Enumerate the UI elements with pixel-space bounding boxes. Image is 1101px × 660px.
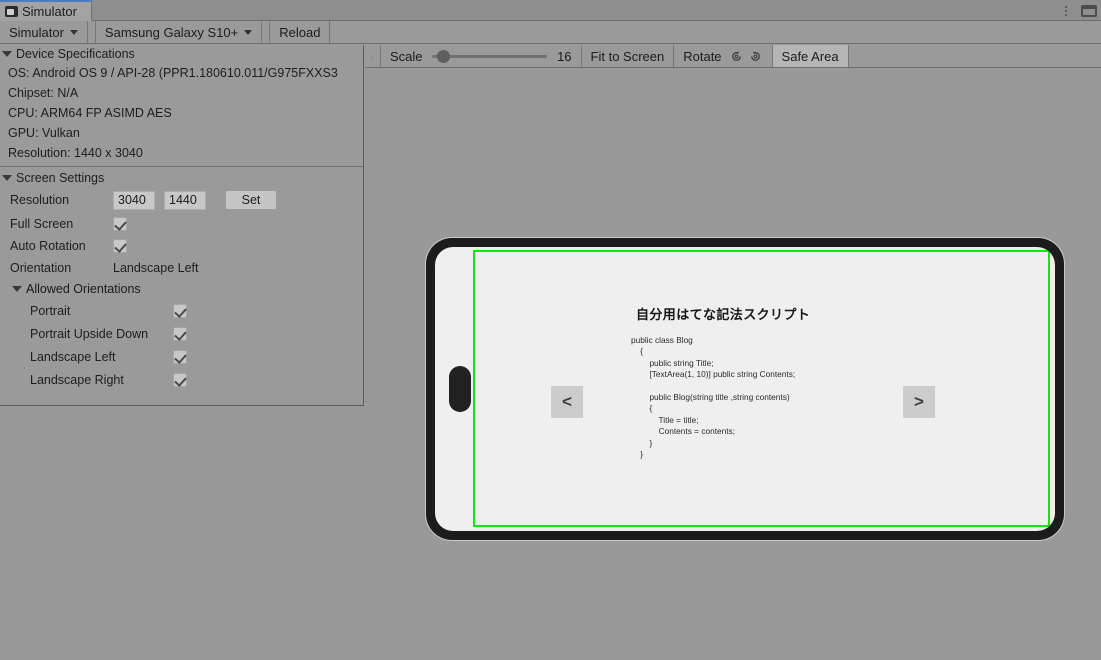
rotate-counterclockwise-icon[interactable] bbox=[729, 49, 744, 64]
resolution-width-input[interactable]: 3040 bbox=[113, 190, 155, 210]
app-content: 自分用はてな記法スクリプト public class Blog { public… bbox=[473, 247, 1055, 531]
simulator-toolbar: Simulator Samsung Galaxy S10+ Reload bbox=[0, 21, 1101, 44]
page-title: 自分用はてな記法スクリプト bbox=[636, 307, 811, 322]
auto-rotation-checkbox[interactable] bbox=[113, 239, 127, 253]
spec-gpu: GPU: Vulkan bbox=[8, 126, 80, 140]
spec-os: OS: Android OS 9 / API-28 (PPR1.180610.0… bbox=[8, 66, 338, 80]
triangle-down-icon bbox=[2, 51, 12, 57]
screen-settings-foldout[interactable]: Screen Settings bbox=[0, 169, 363, 187]
allowed-orientation-landscape-left-row: Landscape Left bbox=[0, 345, 363, 368]
triangle-down-icon bbox=[12, 286, 22, 292]
spec-chipset: Chipset: N/A bbox=[8, 86, 79, 100]
allowed-orientations-foldout[interactable]: Allowed Orientations bbox=[0, 279, 363, 299]
orientation-value: Landscape Left bbox=[113, 261, 199, 275]
allowed-orientation-portrait-checkbox[interactable] bbox=[173, 303, 187, 318]
kebab-menu-icon[interactable] bbox=[1061, 4, 1071, 18]
allowed-orientation-portrait-upside-down-row: Portrait Upside Down bbox=[0, 322, 363, 345]
safe-area-label: Safe Area bbox=[781, 48, 839, 64]
rotate-control: Rotate bbox=[674, 45, 773, 67]
orientation-row: Orientation Landscape Left bbox=[0, 257, 363, 279]
device-dropdown[interactable]: Samsung Galaxy S10+ bbox=[95, 21, 263, 43]
triangle-down-icon bbox=[2, 175, 12, 181]
allowed-orientation-portrait-row: Portrait bbox=[0, 299, 363, 322]
fit-to-screen-label: Fit to Screen bbox=[590, 48, 665, 64]
allowed-orientation-landscape-left-checkbox[interactable] bbox=[173, 349, 187, 364]
scale-slider-knob[interactable] bbox=[436, 49, 450, 63]
chevron-down-icon bbox=[244, 29, 253, 35]
reload-button-label: Reload bbox=[279, 24, 321, 40]
scale-label: Scale bbox=[390, 48, 423, 64]
camera-cutout-icon bbox=[449, 366, 471, 412]
resolution-label: Resolution bbox=[10, 193, 70, 207]
window-controls bbox=[1061, 0, 1097, 21]
tab-simulator[interactable]: Simulator bbox=[0, 0, 92, 21]
auto-rotation-row: Auto Rotation bbox=[0, 235, 363, 257]
scale-value: 16 bbox=[557, 48, 572, 64]
device-specifications-foldout[interactable]: Device Specifications bbox=[0, 45, 363, 63]
scale-slider[interactable] bbox=[431, 49, 547, 63]
toolbar-spacer-2 bbox=[262, 21, 271, 43]
scale-control: Scale 16 bbox=[381, 45, 582, 67]
allowed-orientation-label: Portrait Upside Down bbox=[30, 326, 149, 341]
set-resolution-button[interactable]: Set bbox=[225, 190, 277, 210]
device-view-area: ‹ Scale 16 Fit to Screen Rotate Safe Are… bbox=[365, 45, 1101, 660]
chevron-left-icon[interactable]: ‹ bbox=[365, 45, 381, 67]
toolbar-spacer-1 bbox=[87, 21, 96, 43]
allowed-orientation-portrait-upside-down-checkbox[interactable] bbox=[173, 326, 187, 341]
device-view-toolbar: ‹ Scale 16 Fit to Screen Rotate Safe Are… bbox=[365, 45, 1101, 68]
resolution-row: Resolution 3040 1440 Set bbox=[0, 187, 363, 213]
allowed-orientation-landscape-right-row: Landscape Right bbox=[0, 368, 363, 391]
resolution-height-input[interactable]: 1440 bbox=[164, 190, 206, 210]
mode-dropdown[interactable]: Simulator bbox=[0, 21, 88, 43]
mode-dropdown-label: Simulator bbox=[9, 24, 64, 40]
safe-area-toggle[interactable]: Safe Area bbox=[772, 45, 849, 67]
device-icon bbox=[5, 6, 18, 17]
device-frame: 自分用はてな記法スクリプト public class Blog { public… bbox=[426, 238, 1064, 540]
reload-button[interactable]: Reload bbox=[270, 21, 331, 43]
panel-divider bbox=[0, 166, 363, 167]
device-specifications-title: Device Specifications bbox=[16, 47, 135, 61]
full-screen-label: Full Screen bbox=[10, 217, 74, 231]
screen-settings-title: Screen Settings bbox=[16, 171, 105, 185]
rotate-clockwise-icon[interactable] bbox=[748, 49, 763, 64]
spec-resolution: Resolution: 1440 x 3040 bbox=[8, 146, 143, 160]
device-screen[interactable]: 自分用はてな記法スクリプト public class Blog { public… bbox=[435, 247, 1055, 531]
code-block: public class Blog { public string Title;… bbox=[631, 335, 796, 460]
fit-to-screen-button[interactable]: Fit to Screen bbox=[581, 45, 675, 67]
orientation-label: Orientation bbox=[10, 261, 72, 275]
tab-simulator-label: Simulator bbox=[22, 4, 77, 19]
next-page-button[interactable]: > bbox=[903, 386, 935, 418]
spec-cpu: CPU: ARM64 FP ASIMD AES bbox=[8, 106, 172, 120]
rotate-label: Rotate bbox=[683, 48, 722, 64]
full-screen-checkbox[interactable] bbox=[113, 217, 127, 231]
window-tab-bar: Simulator bbox=[0, 0, 1101, 21]
simulator-window: Simulator Simulator Samsung Galaxy S10+ … bbox=[0, 0, 1101, 660]
device-dropdown-label: Samsung Galaxy S10+ bbox=[104, 24, 239, 40]
allowed-orientation-label: Portrait bbox=[30, 303, 71, 318]
allowed-orientation-label: Landscape Left bbox=[30, 349, 116, 364]
allowed-orientation-label: Landscape Right bbox=[30, 372, 124, 387]
allowed-orientations-title: Allowed Orientations bbox=[26, 282, 141, 296]
window-layout-icon[interactable] bbox=[1081, 4, 1097, 17]
prev-page-button[interactable]: < bbox=[551, 386, 583, 418]
rotate-icons bbox=[729, 49, 763, 64]
chevron-down-icon bbox=[69, 29, 78, 35]
allowed-orientation-landscape-right-checkbox[interactable] bbox=[173, 372, 187, 387]
full-screen-row: Full Screen bbox=[0, 213, 363, 235]
auto-rotation-label: Auto Rotation bbox=[10, 239, 86, 253]
inspector-panel: Device Specifications OS: Android OS 9 /… bbox=[0, 45, 364, 406]
